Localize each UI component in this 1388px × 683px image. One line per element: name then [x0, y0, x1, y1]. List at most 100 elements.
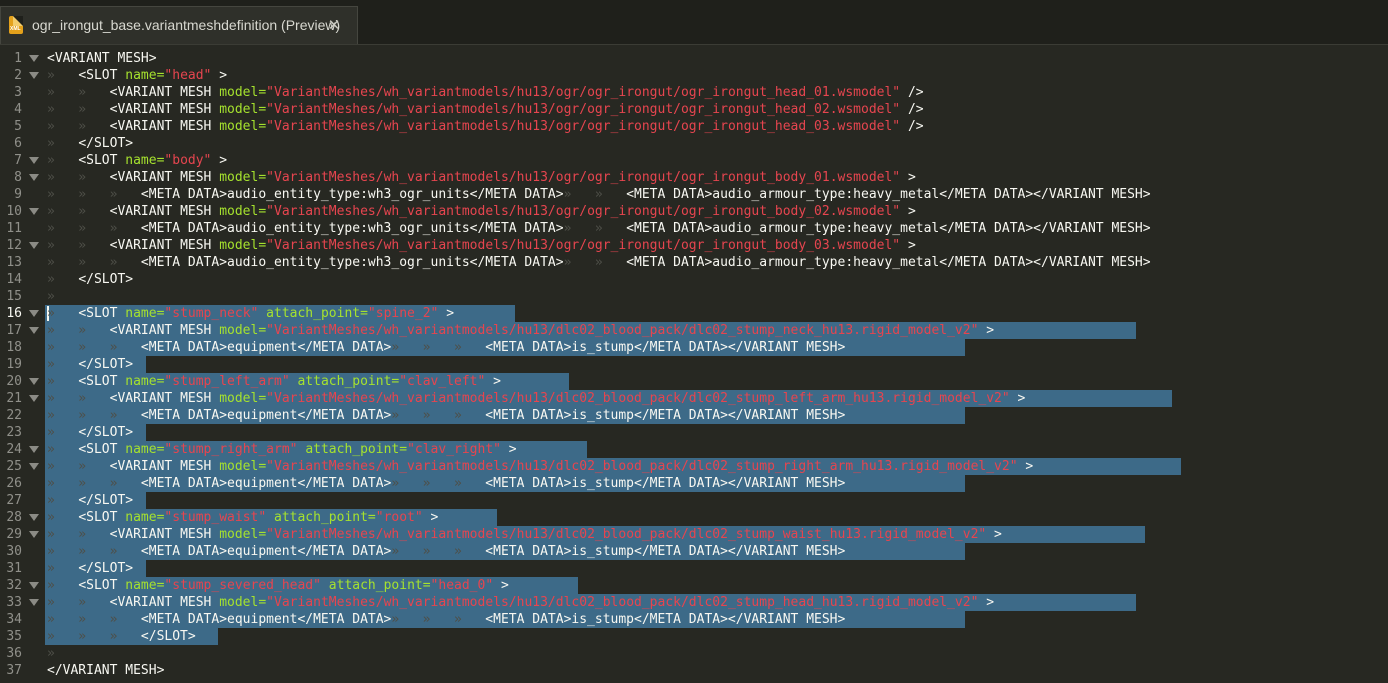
code-editor[interactable]: 1 <VARIANT MESH> 2» <SLOT name="head" >3» …: [0, 48, 1388, 683]
fold-arrow-icon[interactable]: [29, 327, 39, 334]
code-text: » » <VARIANT MESH model="VariantMeshes/w…: [47, 84, 924, 101]
code-text: » <SLOT name="head" >: [47, 67, 227, 84]
whitespace-marker: »: [47, 374, 79, 389]
close-icon[interactable]: ✕: [323, 14, 345, 36]
code-line[interactable]: 13 » » » <META DATA>audio_entity_type:wh3…: [0, 254, 1388, 271]
code-line[interactable]: 37 </VARIANT MESH>: [0, 662, 1388, 679]
tab-title: ogr_irongut_base.variantmeshdefinition (…: [32, 17, 341, 33]
code-line[interactable]: 20 » <SLOT name="stump_left_arm" attach_p…: [0, 373, 1388, 390]
code-line[interactable]: 23 » </SLOT>: [0, 424, 1388, 441]
code-line[interactable]: 3 » » <VARIANT MESH model="VariantMeshes/…: [0, 84, 1388, 101]
code-line[interactable]: 11 » » » <META DATA>audio_entity_type:wh3…: [0, 220, 1388, 237]
line-number: 1: [14, 51, 22, 66]
token-str: "stump_right_arm": [164, 442, 298, 457]
code-line[interactable]: 16 » <SLOT name="stump_neck" attach_point…: [0, 305, 1388, 322]
tab-file[interactable]: XML ogr_irongut_base.variantmeshdefiniti…: [0, 6, 358, 44]
code-text: » » <VARIANT MESH model="VariantMeshes/w…: [47, 390, 1025, 407]
token-ws: » » »: [391, 544, 486, 559]
code-line[interactable]: 18 » » » <META DATA>equipment</META DATA>…: [0, 339, 1388, 356]
fold-arrow-icon[interactable]: [29, 395, 39, 402]
code-line[interactable]: 12 » » <VARIANT MESH model="VariantMeshes…: [0, 237, 1388, 254]
token-tag: <META DATA>is_stump</META DATA></VARIANT…: [485, 476, 846, 491]
code-text: <VARIANT MESH>: [47, 50, 157, 67]
token-attr: attach_point=: [305, 442, 408, 457]
fold-arrow-icon[interactable]: [29, 378, 39, 385]
file-icon-label: XML: [10, 26, 21, 32]
token-str: "VariantMeshes/wh_variantmodels/hu13/dlc…: [266, 459, 1018, 474]
code-line[interactable]: 10 » » <VARIANT MESH model="VariantMeshes…: [0, 203, 1388, 220]
token-tag: <VARIANT MESH: [109, 119, 220, 134]
line-number: 17: [6, 323, 22, 338]
token-tag: <VARIANT MESH: [109, 527, 220, 542]
code-text: » </SLOT>: [47, 560, 133, 577]
code-line[interactable]: 14 » </SLOT>: [0, 271, 1388, 288]
token-tag: </SLOT>: [78, 136, 134, 151]
fold-arrow-icon[interactable]: [29, 55, 39, 62]
code-line[interactable]: 6 » </SLOT>: [0, 135, 1388, 152]
token-str: "body": [164, 153, 212, 168]
fold-arrow-icon[interactable]: [29, 208, 39, 215]
code-text: » » » <META DATA>audio_entity_type:wh3_o…: [47, 220, 1151, 237]
code-line[interactable]: 30 » » » <META DATA>equipment</META DATA>…: [0, 543, 1388, 560]
fold-arrow-icon[interactable]: [29, 599, 39, 606]
token-str: "VariantMeshes/wh_variantmodels/hu13/dlc…: [266, 527, 987, 542]
token-str: "head_0": [430, 578, 494, 593]
fold-arrow-icon[interactable]: [29, 531, 39, 538]
fold-arrow-icon[interactable]: [29, 310, 39, 317]
code-line[interactable]: 24 » <SLOT name="stump_right_arm" attach_…: [0, 441, 1388, 458]
code-line[interactable]: 4 » » <VARIANT MESH model="VariantMeshes/…: [0, 101, 1388, 118]
token-tag: <META DATA>equipment</META DATA>: [140, 544, 392, 559]
code-line[interactable]: 34 » » » <META DATA>equipment</META DATA>…: [0, 611, 1388, 628]
code-line[interactable]: 25 » » <VARIANT MESH model="VariantMeshes…: [0, 458, 1388, 475]
code-text: » <SLOT name="stump_right_arm" attach_po…: [47, 441, 517, 458]
fold-arrow-icon[interactable]: [29, 72, 39, 79]
token-str: "VariantMeshes/wh_variantmodels/hu13/dlc…: [266, 391, 1010, 406]
token-tag: <META DATA>is_stump</META DATA></VARIANT…: [485, 408, 846, 423]
token-attr: model=: [219, 323, 267, 338]
fold-arrow-icon[interactable]: [29, 242, 39, 249]
line-number: 10: [6, 204, 22, 219]
whitespace-marker: » »: [47, 102, 110, 117]
code-line[interactable]: 21 » » <VARIANT MESH model="VariantMeshes…: [0, 390, 1388, 407]
token-tag: >: [986, 527, 1002, 542]
token-tag: <VARIANT MESH: [109, 170, 220, 185]
code-line[interactable]: 31 » </SLOT>: [0, 560, 1388, 577]
fold-arrow-icon[interactable]: [29, 463, 39, 470]
code-line[interactable]: 22 » » » <META DATA>equipment</META DATA>…: [0, 407, 1388, 424]
code-line[interactable]: 36 »: [0, 645, 1388, 662]
fold-arrow-icon[interactable]: [29, 514, 39, 521]
whitespace-marker: » » »: [47, 340, 141, 355]
code-line[interactable]: 1 <VARIANT MESH>: [0, 50, 1388, 67]
code-text: » » » <META DATA>audio_entity_type:wh3_o…: [47, 254, 1151, 271]
code-line[interactable]: 7 » <SLOT name="body" >: [0, 152, 1388, 169]
line-number: 30: [6, 544, 22, 559]
code-line[interactable]: 15 »: [0, 288, 1388, 305]
token-tag: <VARIANT MESH: [109, 102, 220, 117]
code-line[interactable]: 8 » » <VARIANT MESH model="VariantMeshes/…: [0, 169, 1388, 186]
code-line[interactable]: 28 » <SLOT name="stump_waist" attach_poin…: [0, 509, 1388, 526]
code-text: » » <VARIANT MESH model="VariantMeshes/w…: [47, 458, 1033, 475]
token-str: "stump_neck": [164, 306, 259, 321]
code-line[interactable]: 17 » » <VARIANT MESH model="VariantMeshes…: [0, 322, 1388, 339]
whitespace-marker: » »: [47, 323, 110, 338]
code-text: » </SLOT>: [47, 492, 133, 509]
code-line[interactable]: 2 » <SLOT name="head" >: [0, 67, 1388, 84]
code-line[interactable]: 33 » » <VARIANT MESH model="VariantMeshes…: [0, 594, 1388, 611]
token-attr: name=: [125, 374, 165, 389]
line-number: 7: [14, 153, 22, 168]
fold-arrow-icon[interactable]: [29, 174, 39, 181]
code-line[interactable]: 19 » </SLOT>: [0, 356, 1388, 373]
code-line[interactable]: 9 » » » <META DATA>audio_entity_type:wh3_…: [0, 186, 1388, 203]
code-line[interactable]: 27 » </SLOT>: [0, 492, 1388, 509]
code-line[interactable]: 32 » <SLOT name="stump_severed_head" atta…: [0, 577, 1388, 594]
fold-arrow-icon[interactable]: [29, 157, 39, 164]
fold-arrow-icon[interactable]: [29, 582, 39, 589]
code-line[interactable]: 29 » » <VARIANT MESH model="VariantMeshes…: [0, 526, 1388, 543]
code-line[interactable]: 5 » » <VARIANT MESH model="VariantMeshes/…: [0, 118, 1388, 135]
code-line[interactable]: 26 » » » <META DATA>equipment</META DATA>…: [0, 475, 1388, 492]
code-line[interactable]: 35 » » » </SLOT>: [0, 628, 1388, 645]
token-str: "VariantMeshes/wh_variantmodels/hu13/dlc…: [266, 595, 979, 610]
fold-arrow-icon[interactable]: [29, 446, 39, 453]
line-number: 36: [6, 646, 22, 661]
whitespace-marker: »: [47, 578, 79, 593]
